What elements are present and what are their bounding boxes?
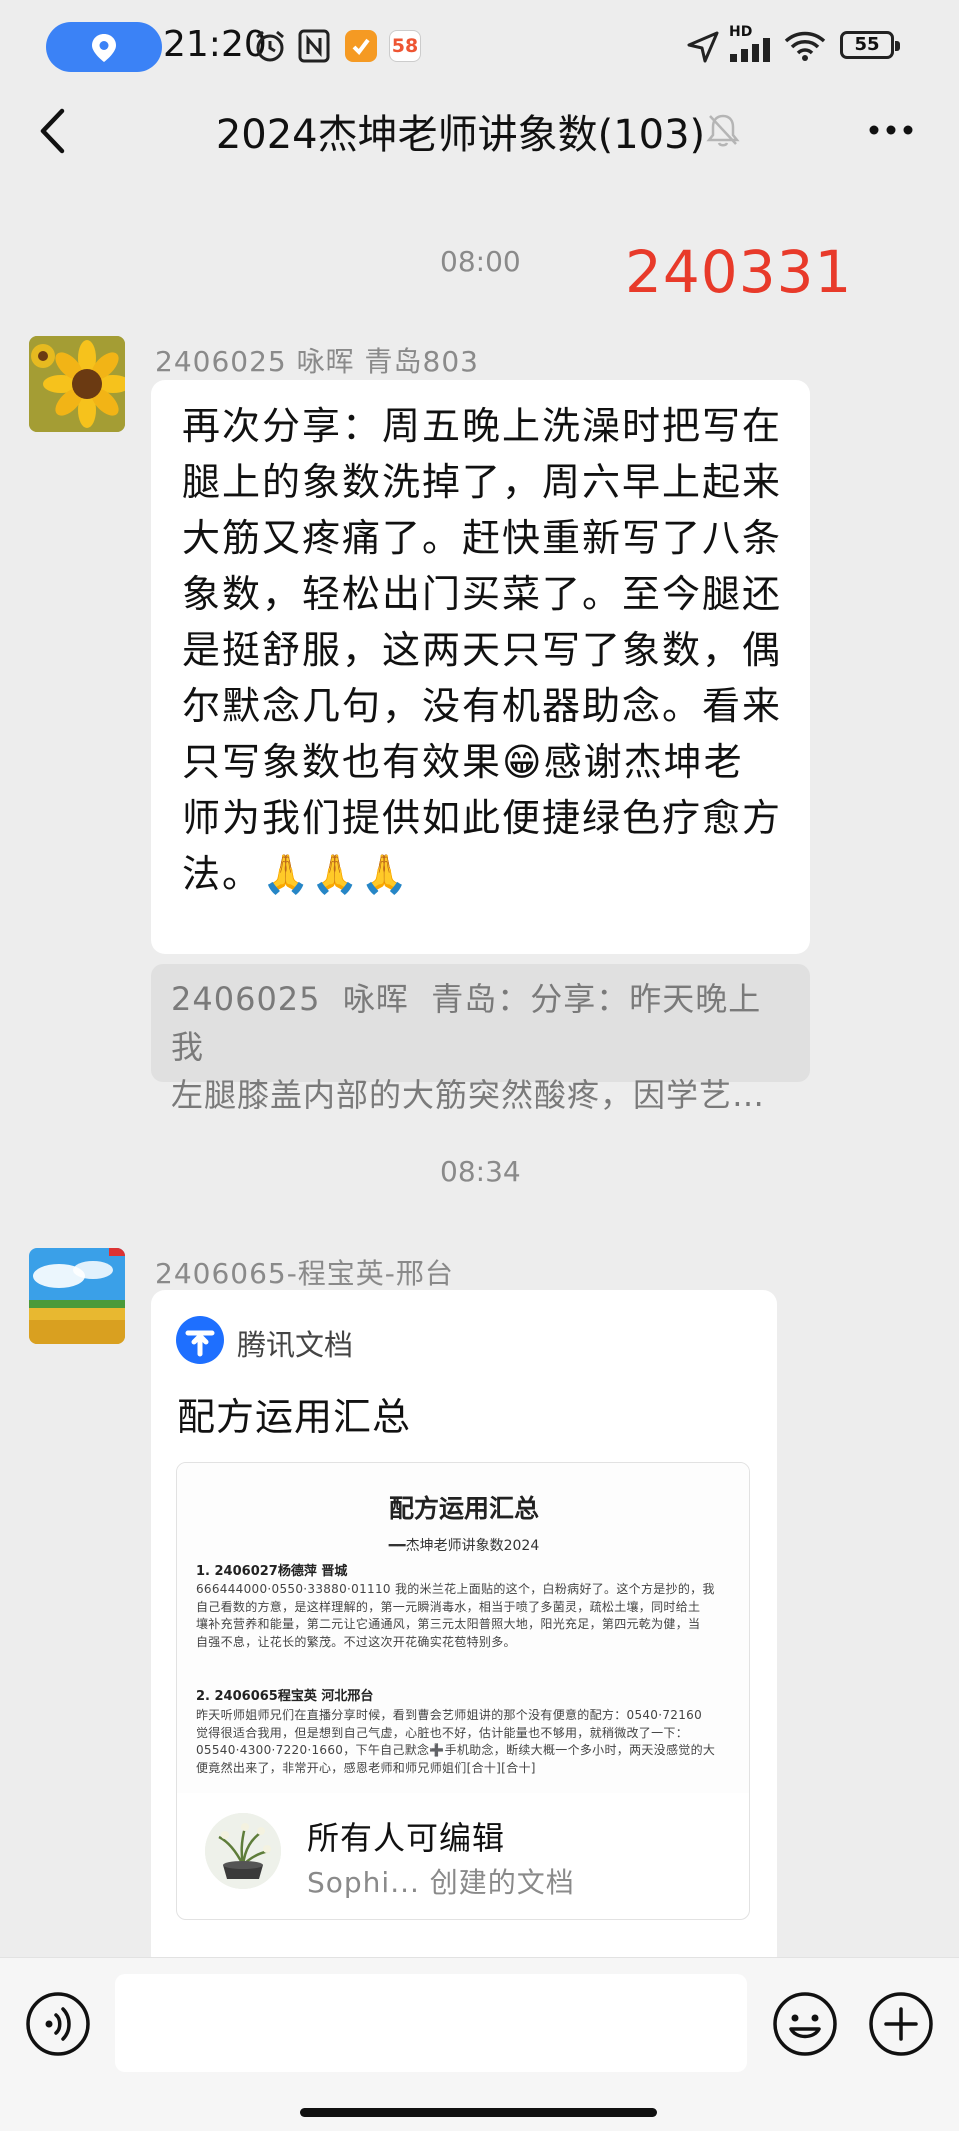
message-sender: 2406025 咏晖 青岛803 [155, 345, 479, 378]
doc-title: 配方运用汇总 [177, 1395, 412, 1439]
message-input[interactable] [115, 1974, 747, 2072]
alarm-icon [256, 30, 284, 62]
nfc-icon [298, 29, 330, 63]
location-pill [46, 22, 162, 72]
preview-section-heading: 2. 2406065程宝英 河北邢台 [196, 1689, 374, 1704]
status-time: 21:20 [163, 24, 267, 65]
doc-source-label: 腾讯文档 [237, 1328, 354, 1362]
emoji-icon[interactable] [772, 1991, 838, 2057]
message-timestamp: 08:00 [440, 245, 521, 278]
tencent-docs-logo-icon [176, 1316, 224, 1364]
message-timestamp: 08:34 [440, 1155, 521, 1188]
quoted-message[interactable]: 2406025 咏晖 青岛：分享：昨天晚上我 左腿膝盖内部的大筋突然酸疼，因学艺… [151, 964, 810, 1114]
preview-line: 666444000·0550·33880·01110 我的米兰花上面贴的这个，白… [196, 1582, 715, 1596]
avatar[interactable] [29, 1248, 125, 1344]
preview-section-heading: 1. 2406027杨德萍 晋城 [196, 1564, 348, 1579]
message-text: 再次分享：周五晚上洗澡时把写在 腿上的象数洗掉了，周六早上起来 大筋又疼痛了。赶… [182, 404, 783, 896]
preview-line: 壤补充营养和能量，第二元让它通通风，第三元太阳普照大地，阳光充足，第四元乾为健，… [196, 1617, 701, 1631]
preview-line: 觉得很适合我用，但是想到自己气虚，心脏也不好，估计能量也不够用，就稍微改了一下： [196, 1725, 689, 1740]
creator-avatar [205, 1813, 281, 1889]
preview-line: 昨天听师姐师兄们在直播分享时候，看到曹会艺师姐讲的那个没有便意的配方：0540·… [196, 1708, 703, 1722]
preview-line: 05540·4300·7220·1660，下午自己默念➕手机助念，断续大概一个多… [196, 1743, 716, 1757]
edit-permission-label: 所有人可编辑 [307, 1819, 506, 1857]
message-bubble[interactable]: 再次分享：周五晚上洗澡时把写在 腿上的象数洗掉了，周六早上起来 大筋又疼痛了。赶… [151, 380, 810, 954]
preview-section-body: 666444000·0550·33880·01110 我的米兰花上面贴的这个，白… [196, 1581, 741, 1651]
chat-title-wrap: 2024杰坤老师讲象数(103) [0, 102, 959, 160]
mute-bell-icon [706, 114, 740, 147]
wifi-icon [784, 31, 826, 61]
signal-icon [730, 38, 770, 62]
red-date-stamp: 240331 [625, 238, 853, 306]
preview-subtitle: ━━杰坤老师讲象数2024 [388, 1538, 540, 1554]
avatar[interactable] [29, 336, 125, 432]
preview-section-body: 昨天听师姐师兄们在直播分享时候，看到曹会艺师姐讲的那个没有便意的配方：0540·… [196, 1707, 741, 1777]
notification-app-icon [345, 30, 377, 62]
doc-creator-label: Sophi... 创建的文档 [307, 1866, 575, 1899]
battery-indicator: 55 [840, 31, 900, 59]
navigation-arrow-icon [687, 31, 719, 63]
orchid-plant-icon [205, 1813, 281, 1889]
preview-title: 配方运用汇总 [388, 1494, 539, 1523]
voice-input-icon[interactable] [25, 1991, 91, 2057]
chat-title[interactable]: 2024杰坤老师讲象数(103) [216, 102, 705, 160]
location-pin-icon [92, 34, 116, 62]
message-sender: 2406065-程宝英-邢台 [155, 1257, 454, 1290]
app-58-icon: 58 [389, 30, 421, 62]
status-bar: 21:20 58 HD 55 [0, 0, 959, 95]
document-card[interactable]: 腾讯文档 配方运用汇总 配方运用汇总 ━━杰坤老师讲象数2024 1. 2406… [151, 1290, 777, 1970]
doc-preview[interactable]: 配方运用汇总 ━━杰坤老师讲象数2024 1. 2406027杨德萍 晋城 66… [176, 1462, 750, 1920]
preview-line: 便竟然出来了，非常开心，感恩老师和师兄师姐们[合十][合十] [196, 1760, 536, 1775]
add-icon[interactable] [868, 1991, 934, 2057]
preview-line: 自强不息，让花长的繁茂。不过这次开花确实花苞特别多。 [196, 1634, 516, 1649]
home-indicator[interactable] [300, 2108, 657, 2117]
field-sky-avatar-image [29, 1248, 125, 1344]
preview-line: 自己看数的方意，是这样理解的，第一元瞬消毒水，相当于喷了多菌灵，疏松土壤，同时给… [196, 1599, 701, 1614]
doc-preview-page: 配方运用汇总 ━━杰坤老师讲象数2024 1. 2406027杨德萍 晋城 66… [177, 1463, 749, 1793]
more-options-icon[interactable] [868, 124, 914, 136]
sunflower-avatar-image [29, 336, 125, 432]
